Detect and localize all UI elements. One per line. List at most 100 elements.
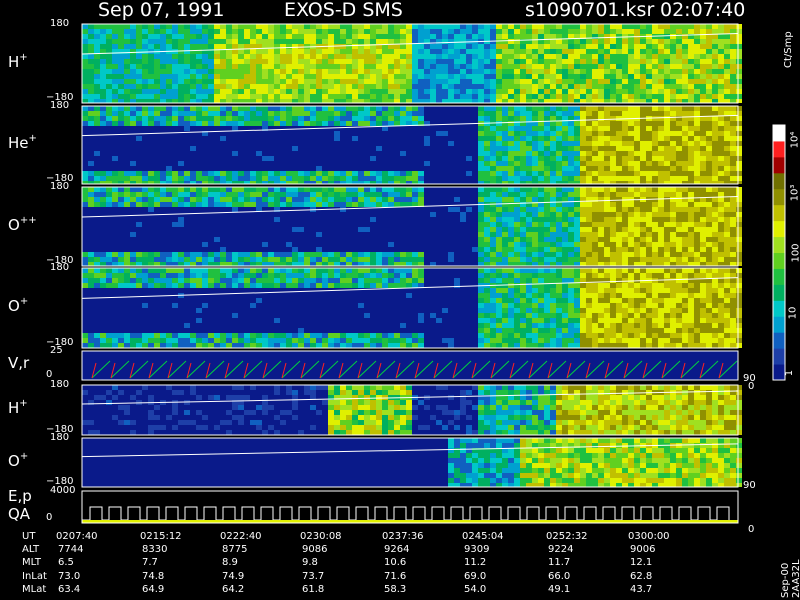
spectrogram-cell [424, 69, 430, 74]
spectrogram-cell [178, 217, 184, 222]
spectrogram-cell [130, 39, 136, 44]
spectrogram-cell [316, 171, 322, 176]
spectrogram-cell [640, 328, 646, 333]
spectrogram-cell [628, 232, 634, 237]
spectrogram-cell [88, 338, 94, 343]
spectrogram-cell [730, 187, 736, 192]
spectrogram-cell [82, 278, 88, 283]
spectrogram-cell [724, 257, 730, 262]
spectrogram-cell [388, 338, 394, 343]
spectrogram-cell [328, 89, 334, 94]
spectrogram-cell [652, 283, 658, 288]
spectrogram-cell [106, 171, 112, 176]
spectrogram-cell [274, 39, 280, 44]
spectrogram-cell [484, 131, 490, 136]
spectrogram-cell [256, 69, 262, 74]
spectrogram-cell [622, 232, 628, 237]
spectrogram-cell [484, 207, 490, 212]
spectrogram-cell [526, 44, 532, 49]
spectrogram-cell [610, 237, 616, 242]
spectrogram-cell [574, 217, 580, 222]
spectrogram-cell [700, 166, 706, 171]
spectrogram-cell [634, 49, 640, 54]
spectrogram-cell [322, 54, 328, 59]
spectrogram-cell [454, 24, 460, 29]
spectrogram-cell [670, 126, 676, 131]
spectrogram-cell [238, 187, 244, 192]
spectrogram-cell [652, 232, 658, 237]
spectrogram-cell [382, 343, 388, 348]
spectrogram-cell [502, 24, 508, 29]
spectrogram-cell [646, 121, 652, 126]
spectrogram-cell [514, 74, 520, 79]
spectrogram-cell [394, 99, 400, 103]
spectrogram-cell [262, 343, 268, 348]
spectrogram-cell [280, 176, 286, 181]
spectrogram-cell [250, 24, 256, 29]
spectrogram-cell [172, 29, 178, 34]
spectrogram-cell [520, 79, 526, 84]
spectrogram-cell [376, 171, 382, 176]
spectrogram-cell [130, 232, 136, 237]
spectrogram-cell [250, 99, 256, 103]
spectrogram-cell [514, 131, 520, 136]
spectrogram-cell [598, 84, 604, 89]
spectrogram-cell [436, 44, 442, 49]
spectrogram-cell [406, 257, 412, 262]
spectrogram-cell [352, 268, 358, 273]
spectrogram-cell [526, 247, 532, 252]
spectrogram-cell [484, 288, 490, 293]
spectrogram-cell [88, 106, 94, 111]
spectrogram-cell [148, 278, 154, 283]
spectrogram-cell [82, 84, 88, 89]
spectrogram-cell [682, 156, 688, 161]
spectrogram-cell [400, 278, 406, 283]
spectrogram-cell [634, 141, 640, 146]
spectrogram-cell [484, 338, 490, 343]
spectrogram-cell [328, 94, 334, 99]
spectrogram-cell [532, 116, 538, 121]
spectrogram-cell [610, 308, 616, 313]
spectrogram-cell [178, 338, 184, 343]
spectrogram-cell [82, 111, 88, 116]
spectrogram-cell [568, 303, 574, 308]
spectrogram-cell [682, 39, 688, 44]
spectrogram-cell [256, 74, 262, 79]
spectrogram-cell [532, 268, 538, 273]
spectrogram-cell [142, 273, 148, 278]
spectrogram-cell [610, 141, 616, 146]
spectrogram-cell [496, 131, 502, 136]
spectrogram-cell [238, 99, 244, 103]
spectrogram-cell [130, 273, 136, 278]
spectrogram-cell [316, 333, 322, 338]
spectrogram-cell [190, 202, 196, 207]
spectrogram-cell [364, 74, 370, 79]
spectrogram-cell [130, 24, 136, 29]
spectrogram-cell [340, 171, 346, 176]
spectrogram-cell [322, 106, 328, 111]
spectrogram-cell [580, 192, 586, 197]
spectrogram-cell [700, 227, 706, 232]
spectrogram-cell [652, 303, 658, 308]
spectrogram-cell [538, 207, 544, 212]
spectrogram-cell [430, 34, 436, 39]
spectrogram-cell [322, 197, 328, 202]
spectrogram-cell [364, 111, 370, 116]
spectrogram-cell [376, 333, 382, 338]
spectrogram-cell [136, 187, 142, 192]
spectrogram-cell [100, 59, 106, 64]
spectrogram-cell [310, 252, 316, 257]
spectrogram-cell [556, 273, 562, 278]
spectrogram-cell [448, 54, 454, 59]
spectrogram-cell [598, 89, 604, 94]
spectrogram-cell [550, 298, 556, 303]
spectrogram-cell [652, 166, 658, 171]
spectrogram-cell [712, 54, 718, 59]
spectrogram-cell [514, 64, 520, 69]
spectrogram-cell [334, 29, 340, 34]
spectrogram-cell [346, 49, 352, 54]
spectrogram-cell [526, 126, 532, 131]
spectrogram-cell [124, 111, 130, 116]
spectrogram-cell [418, 333, 424, 338]
spectrogram-cell [334, 333, 340, 338]
